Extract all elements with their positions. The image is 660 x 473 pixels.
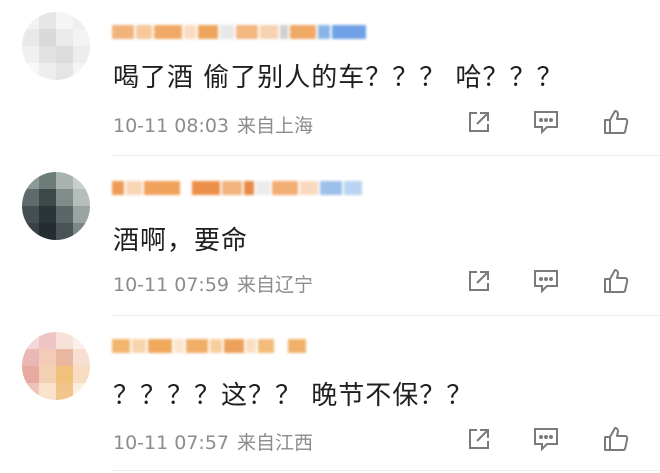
like-icon [604, 269, 629, 293]
share-icon [469, 271, 489, 291]
avatar[interactable] [22, 12, 90, 80]
reply-button[interactable] [528, 263, 564, 299]
divider [113, 315, 660, 316]
comment-location: 来自辽宁 [237, 274, 314, 296]
divider [113, 470, 660, 471]
share-button[interactable] [461, 263, 497, 299]
like-icon [604, 110, 629, 134]
comment-location: 来自上海 [237, 115, 314, 137]
username-blurred[interactable] [112, 336, 306, 356]
like-icon [604, 427, 629, 451]
reply-button[interactable] [528, 104, 564, 140]
blurred-avatar-icon [22, 172, 90, 240]
share-icon [469, 429, 489, 449]
comment-icon [534, 428, 558, 452]
comment-time: 10-11 07:57 [113, 432, 230, 454]
comment-time: 10-11 07:59 [113, 274, 230, 296]
comment-meta: 10-11 08:03 来自上海 [113, 111, 313, 138]
comment-text: ？？？？这？？ 晚节不保？？ [113, 381, 474, 411]
blurred-avatar-icon [22, 332, 90, 400]
share-button[interactable] [461, 104, 497, 140]
comment-text: 喝了酒 偷了别人的车？？？ 哈？？？ [113, 63, 564, 93]
username-blurred[interactable] [112, 22, 366, 42]
reply-button[interactable] [528, 421, 564, 457]
comment-text: 酒啊，要命 [113, 226, 249, 256]
comment-location: 来自江西 [237, 432, 314, 454]
blurred-avatar-icon [22, 12, 90, 80]
divider [113, 155, 660, 156]
comment-time: 10-11 08:03 [113, 115, 230, 137]
share-button[interactable] [461, 421, 497, 457]
comment-meta: 10-11 07:59 来自辽宁 [113, 270, 313, 297]
comment-icon [534, 111, 558, 135]
like-button[interactable] [598, 104, 634, 140]
comment-icon [534, 270, 558, 294]
like-button[interactable] [598, 421, 634, 457]
like-button[interactable] [598, 263, 634, 299]
comment-meta: 10-11 07:57 来自江西 [113, 428, 313, 455]
avatar[interactable] [22, 332, 90, 400]
username-blurred[interactable] [112, 178, 362, 198]
avatar[interactable] [22, 172, 90, 240]
share-icon [469, 112, 489, 132]
